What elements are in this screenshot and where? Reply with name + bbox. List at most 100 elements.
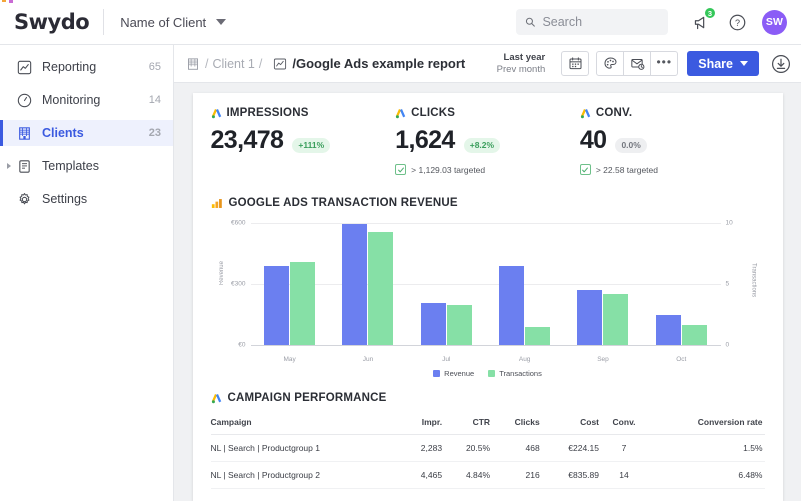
help-button[interactable]: ? — [726, 11, 748, 33]
chart-bar-transactions[interactable] — [368, 232, 393, 345]
app-root: Swydo Name of Client 3 — [0, 0, 801, 501]
chart-legend: Revenue Transactions — [211, 369, 765, 378]
table-cell: 2,283 — [401, 435, 444, 462]
search-input[interactable] — [542, 15, 659, 29]
table-column-header[interactable]: Impr. — [401, 410, 444, 435]
chevron-down-icon[interactable] — [216, 19, 226, 25]
table-cell: 4,465 — [401, 462, 444, 489]
chart-bar-group[interactable] — [251, 223, 329, 345]
chart-bar-group[interactable] — [407, 223, 485, 345]
chart-plot-area: €600 10 €300 5 €0 0 — [251, 223, 721, 345]
kpi-title: CONV. — [596, 107, 632, 119]
sidebar-item-reporting[interactable]: Reporting 65 — [0, 54, 173, 80]
chart-xtick: May — [251, 356, 329, 363]
chart-bar-revenue[interactable] — [421, 303, 446, 345]
chart-bar-group[interactable] — [485, 223, 563, 345]
palette-icon — [603, 56, 618, 71]
sidebar-item-label: Settings — [42, 192, 161, 206]
kpi-title: CLICKS — [411, 107, 455, 119]
chart-bar-revenue[interactable] — [499, 266, 524, 345]
table-column-header[interactable]: Clicks — [492, 410, 542, 435]
kpi-header: IMPRESSIONS — [211, 107, 396, 119]
kpi-header: CONV. — [580, 107, 765, 119]
chart-bar-transactions[interactable] — [682, 325, 707, 345]
google-ads-icon — [580, 108, 591, 119]
kpi-change-badge: +111% — [292, 138, 330, 153]
chart-bar-revenue[interactable] — [656, 315, 681, 346]
building-icon[interactable] — [185, 56, 201, 72]
avatar[interactable]: SW — [762, 10, 787, 35]
legend-swatch — [433, 370, 440, 377]
kpi-card-conversions[interactable]: CONV. 40 0.0% > 22.58 targeted — [580, 107, 765, 175]
brand-logo-text: Swydo — [14, 10, 89, 34]
table-row[interactable]: NL | Search | Productgroup 12,28320.5%46… — [211, 435, 765, 462]
kpi-card-impressions[interactable]: IMPRESSIONS 23,478 +111% — [211, 107, 396, 175]
calendar-icon — [568, 56, 583, 71]
chart-bar-transactions[interactable] — [447, 305, 472, 345]
chart-line-icon — [16, 59, 32, 75]
announcements-button[interactable]: 3 — [690, 11, 712, 33]
chart-bar-group[interactable] — [642, 223, 720, 345]
table-cell: €224.15 — [542, 435, 601, 462]
chart-xtick: Sep — [564, 356, 642, 363]
report-canvas[interactable]: IMPRESSIONS 23,478 +111% — [174, 83, 801, 501]
legend-item-revenue[interactable]: Revenue — [433, 369, 474, 378]
more-options-label: ••• — [656, 56, 672, 68]
table-column-header[interactable]: Conv. — [601, 410, 647, 435]
kpi-value: 23,478 — [211, 126, 284, 155]
table-column-header[interactable]: CTR — [444, 410, 492, 435]
chart-xtick: Aug — [485, 356, 563, 363]
brand-logo[interactable]: Swydo — [14, 10, 103, 34]
search-box[interactable] — [516, 9, 668, 35]
chart-section-header: GOOGLE ADS TRANSACTION REVENUE — [211, 197, 765, 209]
chart-bar-revenue[interactable] — [342, 224, 367, 345]
table-row[interactable]: NL | Search | Productgroup 24,4654.84%21… — [211, 462, 765, 489]
revenue-transactions-chart[interactable]: Revenue Transactions €600 10 €300 5 €0 — [211, 215, 765, 367]
chart-y2tick: 10 — [726, 220, 733, 227]
breadcrumb: / Client 1 / /Google Ads example report — [185, 56, 497, 72]
chart-bar-group[interactable] — [329, 223, 407, 345]
chart-bar-transactions[interactable] — [603, 294, 628, 345]
building-icon — [16, 125, 32, 141]
sidebar-item-count: 14 — [149, 94, 161, 106]
breadcrumb-bar: / Client 1 / /Google Ads example report … — [174, 45, 801, 83]
chart-bar-group[interactable] — [564, 223, 642, 345]
table-column-header[interactable]: Campaign — [211, 410, 401, 435]
sidebar-item-clients[interactable]: Clients 23 — [0, 120, 173, 146]
page-title: /Google Ads example report — [292, 56, 465, 71]
date-range-display[interactable]: Last year Prev month — [497, 52, 546, 76]
share-button[interactable]: Share — [687, 51, 759, 76]
chevron-right-icon[interactable] — [7, 163, 11, 169]
document-icon — [16, 158, 32, 174]
chart-y2tick: 0 — [726, 342, 730, 349]
kpi-card-clicks[interactable]: CLICKS 1,624 +8.2% > 1,129.03 targeted — [395, 107, 580, 175]
legend-item-transactions[interactable]: Transactions — [488, 369, 542, 378]
sidebar-item-settings[interactable]: Settings — [0, 186, 173, 212]
theme-button[interactable] — [596, 51, 624, 76]
google-ads-icon — [211, 108, 222, 119]
chart-bar-transactions[interactable] — [290, 262, 315, 345]
chart-bar-revenue[interactable] — [264, 266, 289, 345]
schedule-email-button[interactable] — [623, 51, 651, 76]
chart-bar-revenue[interactable] — [577, 290, 602, 345]
more-options-button[interactable]: ••• — [650, 51, 678, 76]
download-button[interactable] — [770, 53, 791, 74]
search-icon — [525, 16, 535, 28]
sidebar-item-templates[interactable]: Templates — [0, 153, 173, 179]
table-section-header: CAMPAIGN PERFORMANCE — [211, 392, 765, 404]
table-column-header[interactable]: Cost — [542, 410, 601, 435]
calendar-button[interactable] — [561, 51, 589, 76]
chart-ytick: €300 — [231, 281, 245, 288]
table-body: NL | Search | Productgroup 12,28320.5%46… — [211, 435, 765, 489]
toolbar-button-group: ••• — [589, 51, 678, 76]
chart-y-axis-label: Revenue — [219, 261, 225, 285]
email-schedule-icon — [630, 56, 645, 71]
chevron-down-icon — [740, 61, 748, 66]
help-circle-icon: ? — [728, 13, 747, 32]
sidebar-item-monitoring[interactable]: Monitoring 14 — [0, 87, 173, 113]
breadcrumb-client[interactable]: Client 1 — [212, 57, 254, 71]
client-selector-label: Name of Client — [104, 15, 216, 30]
chart-bar-transactions[interactable] — [525, 327, 550, 345]
table-column-header[interactable]: Conversion rate — [647, 410, 764, 435]
svg-text:?: ? — [734, 18, 739, 28]
